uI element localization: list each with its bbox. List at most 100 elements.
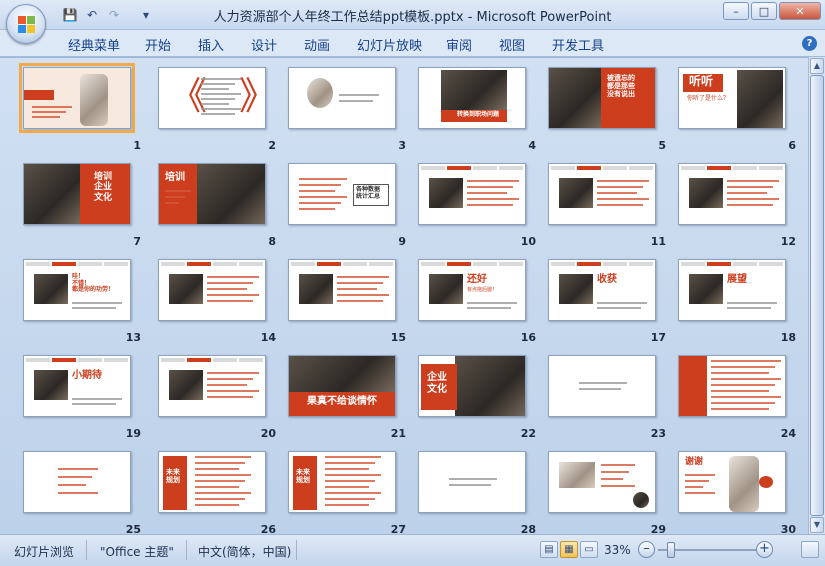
- tab-insert[interactable]: 插入: [198, 35, 224, 54]
- tab-view[interactable]: 视图: [499, 35, 525, 54]
- maximize-button[interactable]: □: [751, 2, 777, 20]
- slide-thumbnail[interactable]: 3: [288, 67, 408, 152]
- tab-developer[interactable]: 开发工具: [552, 35, 604, 54]
- slide-thumbnail[interactable]: 哇！ 不错！ 都是你的功劳！ 13: [23, 259, 143, 344]
- slide-number: 4: [528, 139, 536, 152]
- close-button[interactable]: ✕: [779, 2, 821, 20]
- slide-number: 17: [650, 331, 666, 344]
- slide-thumbnail[interactable]: 小期待 19: [23, 355, 143, 440]
- nav-tab: [187, 262, 211, 266]
- slide-thumbnail[interactable]: 28: [418, 451, 538, 536]
- tab-home[interactable]: 开始: [145, 35, 171, 54]
- scroll-up-icon[interactable]: ▲: [810, 58, 824, 74]
- slide-thumbnail[interactable]: 谢谢 30: [678, 451, 798, 536]
- normal-view-icon[interactable]: ▤: [540, 541, 558, 558]
- slide-preview: 还好 有点拖后腿！: [418, 259, 526, 321]
- slide-sorter-view-icon[interactable]: ▦: [560, 541, 578, 558]
- slide-text-line: [201, 103, 229, 105]
- status-language[interactable]: 中文(简体，中国): [198, 543, 291, 560]
- slide-text-line: [597, 180, 649, 182]
- slide-photo: [441, 70, 507, 110]
- slide-thumbnail[interactable]: 转换到职场问题 4: [418, 67, 538, 152]
- tab-animations[interactable]: 动画: [304, 35, 330, 54]
- slide-thumbnail[interactable]: 20: [158, 355, 278, 440]
- tab-review[interactable]: 审阅: [446, 35, 472, 54]
- tab-classic-menu[interactable]: 经典菜单: [68, 35, 120, 54]
- slide-thumbnail[interactable]: 企业 文化 22: [418, 355, 538, 440]
- red-band: [24, 90, 54, 100]
- slide-thumbnail[interactable]: 24: [678, 355, 798, 440]
- vertical-scrollbar[interactable]: ▲ ▼: [808, 57, 825, 534]
- slide-thumbnail[interactable]: 被遗忘的 都是那些 没有说出 5: [548, 67, 668, 152]
- slide-text-line: [597, 186, 643, 188]
- slide-thumbnail[interactable]: 果真不给谈情怀 21: [288, 355, 408, 440]
- slide-text-line: [32, 106, 72, 108]
- slide-preview: [548, 163, 656, 225]
- slide-preview: [548, 355, 656, 417]
- slide-text-line: [325, 474, 381, 476]
- slide-thumbnail[interactable]: 培训 8: [158, 163, 278, 248]
- slide-preview: [418, 163, 526, 225]
- nav-tab: [239, 358, 263, 362]
- slide-number: 3: [398, 139, 406, 152]
- zoom-in-button[interactable]: +: [756, 541, 773, 558]
- slide-thumbnail[interactable]: 《》2: [158, 67, 278, 152]
- slide-thumbnail[interactable]: 12: [678, 163, 798, 248]
- nav-tab: [707, 166, 731, 170]
- slide-number: 6: [788, 139, 796, 152]
- slide-number: 5: [658, 139, 666, 152]
- slide-thumbnail[interactable]: 14: [158, 259, 278, 344]
- nav-tab: [78, 358, 102, 362]
- slide-photo: [289, 356, 395, 392]
- scrollbar-thumb[interactable]: [810, 75, 824, 516]
- slide-thumbnail[interactable]: 未来 规划 27: [288, 451, 408, 536]
- slide-preview: [418, 451, 526, 513]
- help-icon[interactable]: ?: [802, 36, 817, 51]
- slide-show-view-icon[interactable]: ▭: [580, 541, 598, 558]
- slide-thumbnail[interactable]: 15: [288, 259, 408, 344]
- nav-tab: [473, 262, 497, 266]
- slide-photo: [689, 178, 723, 208]
- scroll-down-icon[interactable]: ▼: [810, 517, 824, 533]
- slide-text-line: [165, 190, 191, 192]
- slide-text-line: [195, 486, 239, 488]
- tab-design[interactable]: 设计: [251, 35, 277, 54]
- slide-text-line: [207, 294, 259, 296]
- slide-thumbnail[interactable]: 1: [19, 63, 143, 152]
- zoom-out-button[interactable]: –: [638, 541, 655, 558]
- status-theme[interactable]: "Office 主题": [100, 543, 174, 560]
- nav-tab: [447, 166, 471, 170]
- slide-number: 1: [133, 139, 141, 152]
- slide-text-line: [711, 360, 781, 362]
- tab-slide-show[interactable]: 幻灯片放映: [357, 35, 422, 54]
- minimize-button[interactable]: –: [723, 2, 749, 20]
- slide-thumbnail[interactable]: 听听 你听了是什么？ 6: [678, 67, 798, 152]
- slide-text-line: [727, 302, 777, 304]
- slide-nav-bar: [26, 262, 128, 266]
- office-logo-icon: [18, 16, 36, 34]
- slide-thumbnail[interactable]: 还好 有点拖后腿！ 16: [418, 259, 538, 344]
- slide-thumbnail[interactable]: 展望 18: [678, 259, 798, 344]
- fit-to-window-icon[interactable]: [801, 541, 819, 558]
- zoom-level[interactable]: 33%: [604, 543, 631, 557]
- slide-preview: 培训 企业 文化: [23, 163, 131, 225]
- slide-thumbnail[interactable]: 未来 规划 26: [158, 451, 278, 536]
- slide-thumbnail[interactable]: 25: [23, 451, 143, 536]
- zoom-slider-handle[interactable]: [666, 542, 675, 558]
- box-text: 各种数据 统计汇总: [356, 186, 381, 200]
- slide-thumbnail[interactable]: 11: [548, 163, 668, 248]
- slide-photo: [429, 274, 463, 304]
- slide-thumbnail[interactable]: 培训 企业 文化 7: [23, 163, 143, 248]
- slide-text-line: [597, 302, 647, 304]
- caption-text: 转换到职场问题: [457, 111, 500, 118]
- office-button[interactable]: [6, 4, 46, 44]
- slide-photo: [197, 164, 265, 224]
- slide-photo: [429, 178, 463, 208]
- slide-thumbnail[interactable]: 10: [418, 163, 538, 248]
- slide-thumbnail[interactable]: 29: [548, 451, 668, 536]
- slide-thumbnail[interactable]: 23: [548, 355, 668, 440]
- slide-thumbnail[interactable]: 各种数据 统计汇总 9: [288, 163, 408, 248]
- slide-preview: 未来 规划: [288, 451, 396, 513]
- slide-thumbnail[interactable]: 收获 17: [548, 259, 668, 344]
- slide-nav-bar: [681, 262, 783, 266]
